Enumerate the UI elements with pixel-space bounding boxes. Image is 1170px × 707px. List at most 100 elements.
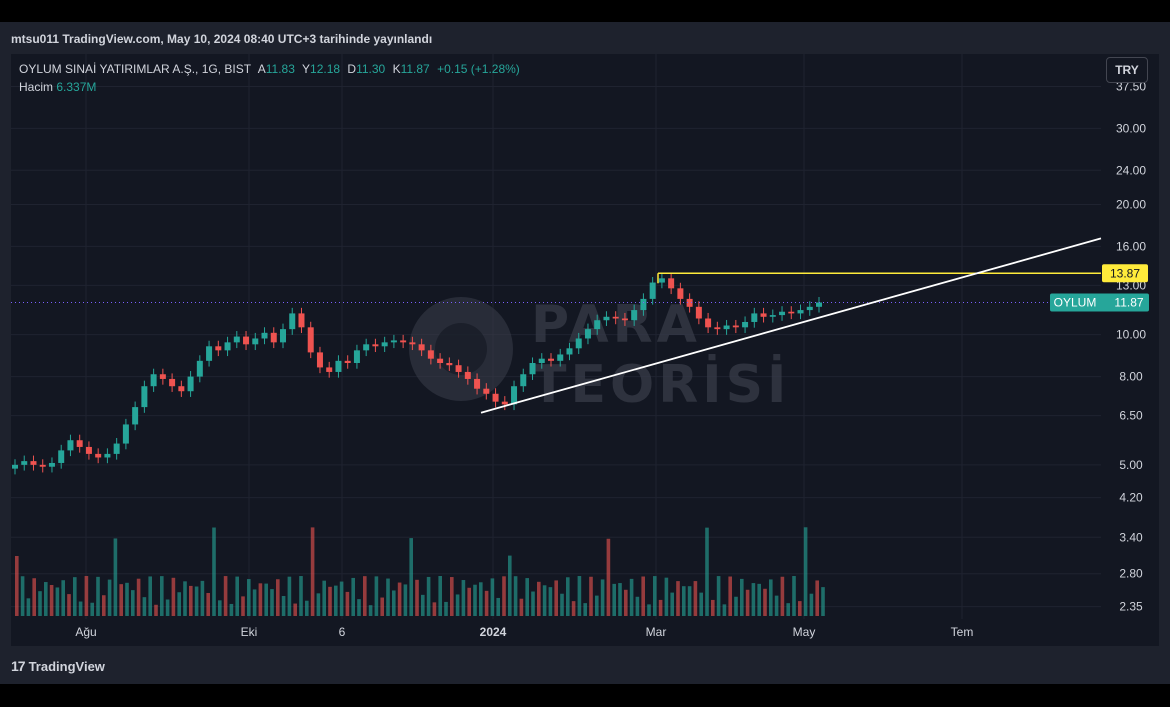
volume-bar [334, 585, 338, 616]
high-label: Y [302, 62, 311, 76]
volume-bar [525, 578, 529, 616]
volume-bar [363, 576, 367, 616]
volume-bar [357, 599, 361, 616]
candle [30, 461, 37, 465]
volume-bar [473, 584, 477, 616]
candle [418, 344, 425, 351]
volume-bar [264, 583, 268, 616]
volume-bar [583, 603, 587, 616]
volume-bar [769, 579, 773, 616]
volume-bar [821, 587, 825, 616]
x-tick-label: May [793, 625, 816, 639]
y-tick-label: 2.35 [1119, 600, 1143, 614]
candle [806, 306, 813, 311]
candle [335, 360, 342, 372]
y-tick-label: 24.00 [1116, 163, 1146, 177]
candle [649, 282, 656, 299]
candle [751, 313, 758, 322]
candle [381, 342, 388, 347]
candle [705, 318, 712, 328]
tradingview-logo[interactable]: 17 TradingView [11, 658, 105, 674]
volume-bar [763, 588, 767, 616]
published-line: mtsu011 TradingView.com, May 10, 2024 08… [11, 32, 433, 46]
y-tick-label: 5.00 [1119, 458, 1143, 472]
volume-bar [519, 598, 524, 616]
x-tick-label: Tem [951, 625, 974, 639]
price-chart[interactable]: 37.5030.0024.0020.0016.0013.0010.008.006… [11, 54, 1159, 646]
candle [437, 358, 444, 364]
last-price-symbol: OYLUM [1054, 295, 1097, 309]
volume-bar [653, 576, 657, 616]
y-tick-label: 20.00 [1116, 198, 1146, 212]
volume-bar [310, 527, 315, 616]
candle [159, 374, 166, 379]
volume-legend: Hacim 6.337M [19, 80, 96, 94]
volume-bar [218, 600, 222, 616]
volume-bar [84, 576, 89, 616]
candle [529, 363, 536, 375]
volume-bar [461, 580, 466, 616]
volume-bar [542, 585, 547, 616]
volume-bar [177, 592, 181, 616]
volume-bar [571, 601, 576, 616]
volume-bar [479, 582, 483, 616]
candle [621, 318, 628, 321]
candle [594, 320, 601, 330]
volume-bar [774, 595, 779, 616]
currency-button[interactable]: TRY [1106, 57, 1148, 83]
volume-bar [612, 583, 616, 616]
volume-bar [792, 576, 796, 616]
volume-bar [658, 599, 663, 616]
candle [732, 325, 739, 328]
chart-panel[interactable]: 37.50 30.00 24.00 20.00 16.00 13.00 10.00 8.00 6… [11, 54, 1159, 646]
volume-bar [415, 579, 419, 616]
x-tick-label: Mar [646, 625, 667, 639]
candle [132, 407, 139, 425]
volume-bar [693, 581, 698, 616]
y-tick-label: 4.20 [1119, 491, 1143, 505]
candle [307, 327, 314, 353]
volume-bar [15, 556, 19, 616]
candle [409, 342, 416, 345]
volume-bar [403, 584, 408, 616]
volume-bar [67, 594, 71, 616]
watermark-text: TEORİSİ [531, 354, 790, 415]
candle [270, 332, 277, 343]
candle [575, 338, 582, 349]
open-value: 11.83 [265, 62, 295, 76]
volume-bar [160, 576, 164, 616]
volume-bar [96, 576, 100, 616]
candle [501, 401, 508, 405]
volume-bar [490, 578, 495, 616]
volume-bar [189, 585, 193, 616]
candle [677, 288, 684, 299]
volume-bar [606, 538, 611, 616]
volume-bar [90, 602, 94, 616]
candle [39, 464, 46, 467]
volume-bar [194, 586, 199, 616]
volume-bar [165, 599, 170, 616]
volume-bar [397, 582, 402, 616]
symbol-line[interactable]: OYLUM SINAİ YATIRIMLAR A.Ş., 1G, BIST [19, 62, 251, 76]
volume-bar [154, 604, 158, 616]
volume-bar [258, 583, 263, 616]
candle [390, 340, 397, 343]
candle [113, 443, 120, 454]
candle [464, 371, 471, 379]
volume-bar [55, 587, 60, 616]
volume-bar [624, 589, 628, 616]
candle [289, 313, 296, 330]
volume-bar [142, 597, 147, 616]
candle [695, 306, 702, 319]
candle [122, 424, 129, 444]
volume-bar [44, 582, 48, 616]
volume-bar [73, 577, 77, 616]
candle [344, 360, 351, 364]
x-tick-label: Ağu [75, 625, 96, 639]
volume-bar [502, 576, 506, 616]
volume-bar [508, 555, 512, 616]
change-value: +0.15 (+1.28%) [437, 62, 520, 76]
tradingview-logo-icon: 17 [11, 658, 26, 674]
candle [584, 329, 591, 339]
volume-bar [316, 593, 321, 616]
